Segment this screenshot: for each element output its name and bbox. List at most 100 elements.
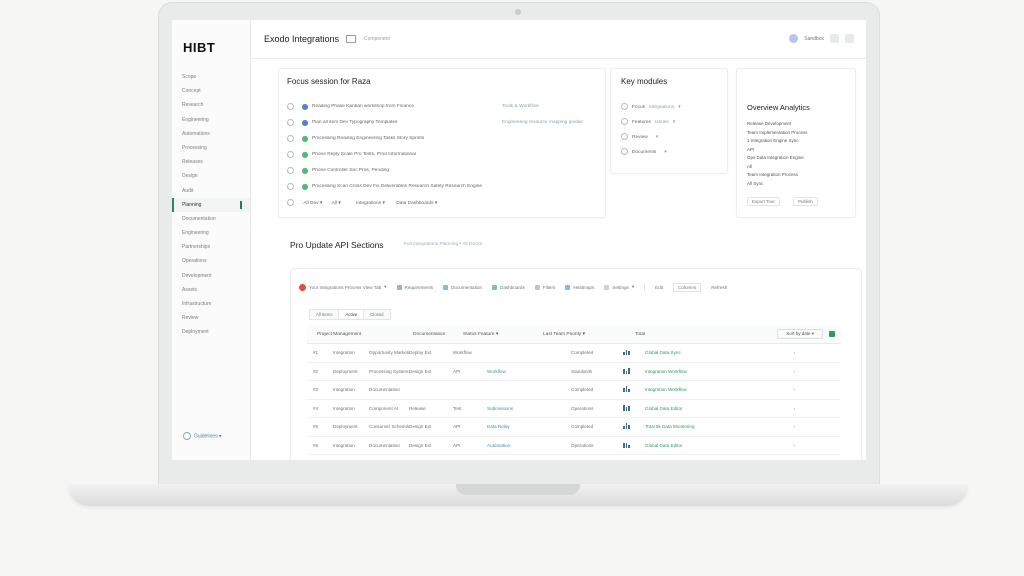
chevron-down-icon[interactable]: ▾ [656,135,658,140]
radio-icon[interactable] [287,199,294,206]
radio-icon[interactable] [621,148,628,155]
tab-closed[interactable]: Closed [363,309,391,320]
folder-icon[interactable] [346,35,356,43]
sidebar-item[interactable]: Automations [172,127,250,141]
radio-icon[interactable] [621,133,628,140]
toolbar-heatmaps[interactable]: Heatmaps [565,284,594,290]
tab-all-items[interactable]: All Items [309,309,339,320]
avatar[interactable] [789,34,799,43]
sidebar-item[interactable]: Planning [172,197,250,212]
task-row[interactable]: Processing Reading Engineering Tasks Sto… [287,135,607,149]
sidebar-footer-link[interactable]: Guidelines ▾ [183,432,222,440]
task-tag[interactable]: Tools & Workflow [502,104,539,109]
chevron-down-icon[interactable]: ▾ [664,150,666,155]
radio-icon[interactable] [287,167,294,174]
chevron-right-icon[interactable]: › [755,350,803,355]
toolbar-dashboards[interactable]: Dashboards [492,284,525,290]
sidebar-item[interactable]: Operations [172,254,250,268]
col-project[interactable]: Project Management [307,332,413,337]
table-cell[interactable]: Global Data Sync [645,350,755,355]
table-cell[interactable]: Data Relay [487,424,571,429]
radio-icon[interactable] [287,119,294,126]
filter-data-dashboards[interactable]: Data Dashboards [396,201,433,206]
sidebar-item[interactable]: Review [172,311,250,325]
toolbar-refresh[interactable]: Refresh [711,285,727,290]
export-tour-button[interactable]: Export Tour [747,197,780,206]
settings-icon[interactable] [845,34,854,43]
sidebar-item[interactable]: Processing [172,141,250,155]
sidebar-item[interactable]: Audit [172,184,250,198]
api-section-tags[interactable]: Full Integrations Planning • All Decks [404,242,482,247]
chevron-down-icon[interactable]: ▾ [678,105,680,110]
task-row[interactable]: Processing Scan Cross Dev Fix Deliverabl… [287,183,607,197]
filter-all[interactable]: All [332,201,337,206]
toolbar-requirements[interactable]: Requirements [396,284,433,290]
sidebar-item[interactable]: Research [172,98,250,112]
col-documentation[interactable]: Documentation [413,332,463,337]
key-module-row[interactable]: Focus Integrations ▾ [621,103,681,110]
table-row[interactable]: #4 Integration Component AI Release Test Subm… [307,400,841,418]
account-label[interactable]: Sandbox [804,36,824,42]
toolbar-view-tab[interactable]: Your Integrations Process View Tab ▾ [299,283,387,291]
sidebar-item[interactable]: Engineering [172,113,250,127]
sidebar-item[interactable]: Partnerships [172,240,250,254]
toolbar-edit[interactable]: Edit [655,285,663,290]
task-row[interactable]: Plan all item Dev Typography Templates En… [287,119,607,133]
brand-logo[interactable]: HIBT [183,40,215,55]
key-module-row[interactable]: Documents ▾ [621,148,667,155]
table-cell[interactable]: Workflow [487,369,571,374]
sidebar-item[interactable]: Releases [172,155,250,169]
table-row[interactable]: #5 Deployment Consumer Schedule Design Ext A… [307,418,841,437]
chevron-right-icon[interactable]: › [755,443,803,448]
sidebar-item[interactable]: Deployment [172,325,250,339]
sidebar-item[interactable]: Assets [172,283,250,297]
table-cell[interactable]: Global Data Editor [645,406,755,411]
table-row[interactable]: #3 Integration Documentation Completed Integ… [307,381,841,400]
checkbox-icon[interactable] [829,331,835,337]
table-row[interactable]: #7DeploymentDocumentationDesign ExtAPIAu… [307,455,841,460]
radio-icon[interactable] [621,118,628,125]
tab-active[interactable]: Active [338,309,364,320]
col-total[interactable]: Total [635,332,695,337]
col-last[interactable]: Last Team Priority ▾ [543,332,635,337]
toolbar-columns[interactable]: Columns [673,282,702,292]
key-module-value[interactable]: Issues [655,120,669,125]
table-cell[interactable]: Total 5k Data Monitoring [645,424,755,429]
filter-integrations[interactable]: Integrations [356,201,381,206]
sidebar-item[interactable]: Concept [172,84,250,98]
table-row[interactable]: #2 Deployment Processing Systems Design Ext… [307,363,841,381]
table-cell[interactable]: Integration Workflow [645,387,755,392]
chevron-right-icon[interactable]: › [755,424,803,429]
table-row[interactable]: #1 Integration Opportunity MarketingDeploy… [307,344,841,363]
notifications-icon[interactable] [830,34,839,43]
radio-icon[interactable] [287,183,294,190]
sidebar-item[interactable]: Documentation [172,212,250,226]
task-row[interactable]: Reading Phase Kanban workshop from Finan… [287,103,607,117]
filter-all-dev[interactable]: All Dev [303,201,318,206]
table-cell[interactable]: Automation [487,443,571,448]
chevron-down-icon[interactable]: ▾ [673,120,675,125]
radio-icon[interactable] [621,103,628,110]
publish-button[interactable]: Publish [793,197,818,206]
radio-icon[interactable] [287,135,294,142]
task-row[interactable]: Phone Reply Scale Pro Tests, Prod Inform… [287,151,607,165]
chevron-right-icon[interactable]: › [755,369,803,374]
sidebar-item[interactable]: Design [172,169,250,183]
table-row[interactable]: #6 Integration Documentation Design Ext API A… [307,437,841,455]
toolbar-filters[interactable]: Filters [534,284,555,290]
chevron-right-icon[interactable]: › [755,406,803,411]
table-cell[interactable]: Global Data Editor [645,443,755,448]
sidebar-item[interactable]: Engineering [172,226,250,240]
radio-icon[interactable] [287,103,294,110]
task-row[interactable]: Phone Controller Sec Pros, Pending [287,167,607,181]
sidebar-item[interactable]: Infrastructure [172,297,250,311]
key-module-row[interactable]: Review ▾ [621,133,658,140]
chevron-right-icon[interactable]: › [755,387,803,392]
sort-select[interactable]: Sort by date ▾ [777,329,823,339]
sidebar-item[interactable]: Development [172,269,250,283]
table-cell[interactable]: Submissions [487,406,571,411]
radio-icon[interactable] [287,151,294,158]
table-cell[interactable]: Integration Workflow [645,369,755,374]
key-module-row[interactable]: Features Issues ▾ [621,118,675,125]
toolbar-documentation[interactable]: Documentation [443,284,482,290]
